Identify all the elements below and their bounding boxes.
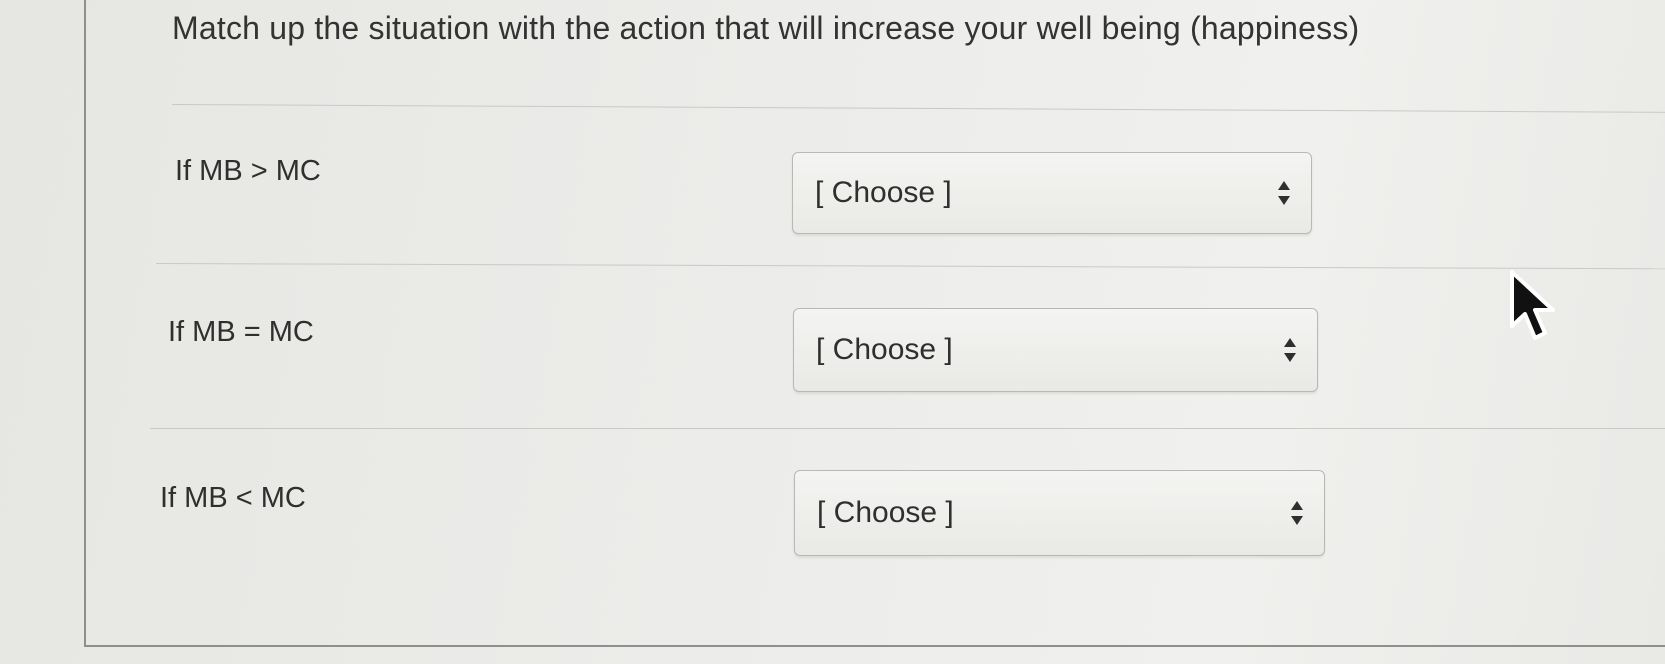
select-value: [ Choose ] [817, 496, 954, 529]
situation-label-mb-less-mc: If MB < MC [160, 482, 306, 514]
mouse-cursor-icon [1510, 270, 1555, 340]
action-select-2[interactable]: [ Choose ] [793, 308, 1318, 392]
select-value: [ Choose ] [816, 333, 953, 366]
situation-label-mb-greater-mc: If MB > MC [175, 155, 321, 187]
question-title: Match up the situation with the action t… [172, 10, 1360, 46]
select-value: [ Choose ] [815, 176, 952, 209]
divider [150, 428, 1665, 429]
updown-arrows-icon [1291, 501, 1303, 525]
updown-arrows-icon [1284, 338, 1296, 362]
action-select-3[interactable]: [ Choose ] [794, 470, 1325, 556]
updown-arrows-icon [1278, 181, 1290, 205]
situation-label-mb-equals-mc: If MB = MC [168, 316, 314, 348]
action-select-1[interactable]: [ Choose ] [792, 152, 1312, 234]
